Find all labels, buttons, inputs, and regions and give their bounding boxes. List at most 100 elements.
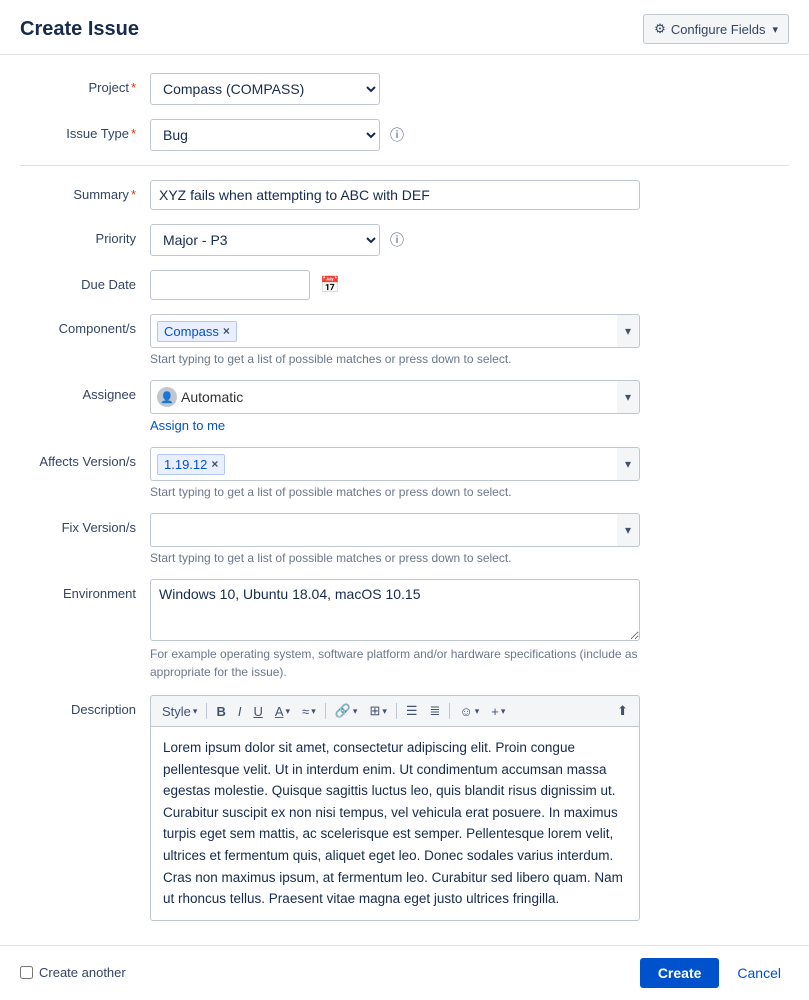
fix-versions-label: Fix Version/s (20, 513, 150, 535)
due-date-input[interactable] (150, 270, 310, 300)
create-another-checkbox[interactable] (20, 966, 33, 979)
assignee-field: Assignee 👤 Automatic ▾ Assign to me (20, 380, 789, 433)
priority-label: Priority (20, 224, 150, 246)
assign-to-me-link[interactable]: Assign to me (150, 418, 789, 433)
assignee-dropdown-arrow[interactable]: ▾ (617, 380, 640, 414)
bullet-list-icon: ☰ (406, 703, 418, 719)
priority-help-icon[interactable]: ⓘ (390, 230, 404, 250)
configure-fields-button[interactable]: ⚙ Configure Fields ▾ (643, 14, 789, 44)
fix-versions-dropdown-arrow[interactable]: ▾ (617, 513, 640, 547)
emoji-icon: ☺ (459, 704, 472, 719)
toolbar-more-formatting-btn[interactable]: ≈ ▾ (297, 701, 321, 722)
toolbar-separator-3 (396, 703, 397, 719)
affects-versions-field: Affects Version/s 1.19.12 × ▾ Start typi… (20, 447, 789, 499)
components-control: Compass × ▾ Start typing to get a list o… (150, 314, 789, 366)
fix-versions-tag-input[interactable] (150, 513, 617, 547)
priority-field: Priority Major - P3 ⓘ (20, 224, 789, 256)
affects-versions-control: 1.19.12 × ▾ Start typing to get a list o… (150, 447, 789, 499)
create-another-wrap: Create another (20, 965, 126, 980)
toolbar-italic-btn[interactable]: I (233, 701, 247, 722)
description-toolbar: Style ▾ B I U (150, 695, 640, 726)
affects-versions-tag-input[interactable]: 1.19.12 × (150, 447, 617, 481)
toolbar-link-btn[interactable]: 🔗 ▾ (330, 700, 363, 722)
calendar-icon[interactable]: 📅 (320, 275, 340, 295)
due-date-label: Due Date (20, 270, 150, 292)
affects-versions-hint: Start typing to get a list of possible m… (150, 485, 789, 499)
add-chevron-icon: ▾ (501, 706, 506, 717)
components-field: Component/s Compass × ▾ Start typing to … (20, 314, 789, 366)
environment-textarea[interactable] (150, 579, 640, 641)
assignee-input-outer: 👤 Automatic ▾ (150, 380, 640, 414)
components-dropdown-arrow[interactable]: ▾ (617, 314, 640, 348)
component-tag-remove[interactable]: × (223, 324, 230, 338)
issue-type-help-icon[interactable]: ⓘ (390, 125, 404, 145)
project-select-wrap: Compass (COMPASS) (150, 73, 789, 105)
toolbar-add-btn[interactable]: + ▾ (486, 701, 510, 722)
fix-versions-field: Fix Version/s ▾ Start typing to get a li… (20, 513, 789, 565)
numbered-list-icon: ≣ (430, 703, 441, 719)
description-content[interactable]: Lorem ipsum dolor sit amet, consectetur … (150, 726, 640, 921)
assignee-label: Assignee (20, 380, 150, 402)
summary-control (150, 180, 789, 210)
toolbar-separator-2 (325, 703, 326, 719)
description-control: Style ▾ B I U (150, 695, 789, 921)
link-icon: 🔗 (335, 703, 351, 719)
insert-icon: ⊞ (369, 703, 380, 719)
section-divider (20, 165, 789, 166)
toolbar-emoji-btn[interactable]: ☺ ▾ (454, 701, 484, 722)
toolbar-font-color-btn[interactable]: A ▾ (270, 701, 295, 722)
link-chevron-icon: ▾ (353, 706, 358, 717)
toolbar-bold-btn[interactable]: B (211, 701, 230, 722)
project-label: Project (20, 73, 150, 95)
affects-version-tag-remove[interactable]: × (211, 457, 218, 471)
add-icon: + (491, 704, 499, 719)
toolbar-numbered-list-btn[interactable]: ≣ (425, 700, 446, 722)
environment-field: Environment For example operating system… (20, 579, 789, 681)
create-issue-dialog: Create Issue ⚙ Configure Fields ▾ Projec… (0, 0, 809, 1000)
toolbar-underline-btn[interactable]: U (248, 701, 267, 722)
fix-versions-control: ▾ Start typing to get a list of possible… (150, 513, 789, 565)
toolbar-expand-btn[interactable]: ⬆ (612, 700, 633, 722)
fix-versions-hint: Start typing to get a list of possible m… (150, 551, 789, 565)
font-color-chevron-icon: ▾ (286, 706, 291, 717)
chevron-down-icon: ▾ (772, 23, 778, 36)
create-button[interactable]: Create (640, 958, 720, 988)
description-wrap: Style ▾ B I U (150, 695, 640, 921)
project-select[interactable]: Compass (COMPASS) (150, 73, 380, 105)
font-color-label: A (275, 704, 284, 719)
environment-control: For example operating system, software p… (150, 579, 789, 681)
cancel-button[interactable]: Cancel (729, 958, 789, 988)
components-tag-input[interactable]: Compass × (150, 314, 617, 348)
dialog-body: Project Compass (COMPASS) Issue Type Bug… (0, 55, 809, 945)
summary-input[interactable] (150, 180, 640, 210)
description-text: Lorem ipsum dolor sit amet, consectetur … (163, 737, 627, 910)
due-date-control: 📅 (150, 270, 789, 300)
assignee-control: 👤 Automatic ▾ Assign to me (150, 380, 789, 433)
dialog-title: Create Issue (20, 18, 139, 41)
affects-versions-dropdown-arrow[interactable]: ▾ (617, 447, 640, 481)
project-field: Project Compass (COMPASS) (20, 73, 789, 105)
component-tag-compass: Compass × (157, 321, 237, 342)
issue-type-control: Bug ⓘ (150, 119, 789, 151)
create-another-label[interactable]: Create another (39, 965, 126, 980)
affects-versions-input-outer: 1.19.12 × ▾ (150, 447, 640, 481)
issue-type-select[interactable]: Bug (150, 119, 380, 151)
project-control: Compass (COMPASS) (150, 73, 789, 105)
issue-type-label: Issue Type (20, 119, 150, 141)
affects-version-tag: 1.19.12 × (157, 454, 225, 475)
avatar: 👤 (157, 387, 177, 407)
expand-icon: ⬆ (617, 703, 628, 719)
toolbar-insert-btn[interactable]: ⊞ ▾ (364, 700, 391, 722)
assignee-input[interactable]: 👤 Automatic (150, 380, 617, 414)
priority-select[interactable]: Major - P3 (150, 224, 380, 256)
components-label: Component/s (20, 314, 150, 336)
summary-label: Summary (20, 180, 150, 202)
gear-icon: ⚙ (654, 21, 666, 37)
toolbar-separator-4 (449, 703, 450, 719)
priority-control: Major - P3 ⓘ (150, 224, 789, 256)
environment-label: Environment (20, 579, 150, 601)
toolbar-style-btn[interactable]: Style ▾ (157, 701, 202, 722)
summary-field: Summary (20, 180, 789, 210)
toolbar-bullet-list-btn[interactable]: ☰ (401, 700, 423, 722)
affects-versions-label: Affects Version/s (20, 447, 150, 469)
